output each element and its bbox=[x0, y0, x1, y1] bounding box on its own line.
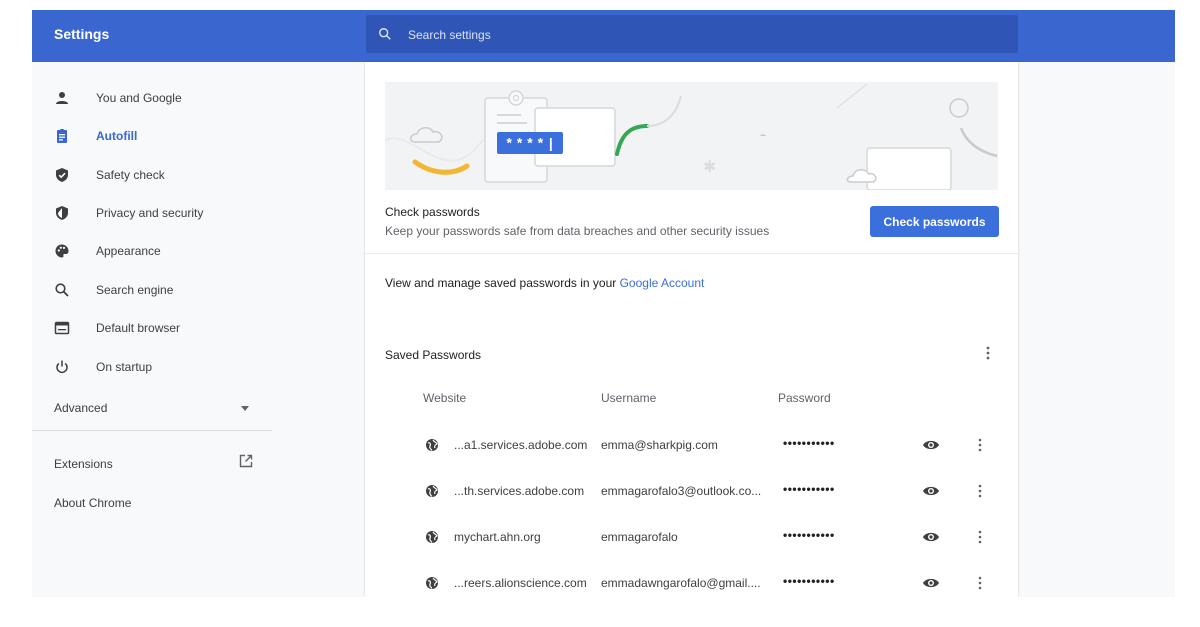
website-cell: ...a1.services.adobe.com bbox=[454, 438, 588, 452]
eye-icon[interactable] bbox=[922, 576, 940, 590]
eye-icon[interactable] bbox=[922, 438, 940, 452]
globe-icon bbox=[426, 485, 438, 497]
check-passwords-title: Check passwords bbox=[385, 205, 480, 219]
sidebar-item-autofill[interactable]: Autofill bbox=[32, 121, 272, 151]
manage-passwords-text: View and manage saved passwords in your … bbox=[385, 276, 704, 290]
sidebar-item-default-browser[interactable]: Default browser bbox=[32, 313, 272, 343]
more-vert-icon[interactable] bbox=[974, 437, 986, 453]
search-icon bbox=[55, 283, 69, 297]
google-account-link[interactable]: Google Account bbox=[620, 276, 705, 290]
saved-passwords-title: Saved Passwords bbox=[385, 348, 482, 362]
palette-icon bbox=[55, 244, 69, 258]
open-in-new-icon bbox=[239, 454, 253, 468]
manage-passwords-prefix: View and manage saved passwords in your bbox=[385, 276, 620, 290]
password-row: ...a1.services.adobe.com emma@sharkpig.c… bbox=[365, 436, 1018, 484]
password-cell: ••••••••••• bbox=[783, 436, 835, 450]
check-passwords-subtitle: Keep your passwords safe from data breac… bbox=[385, 224, 770, 238]
globe-icon bbox=[426, 439, 438, 451]
column-header-username: Username bbox=[601, 391, 657, 405]
card-divider bbox=[365, 253, 1018, 254]
sidebar-item-extensions[interactable]: Extensions bbox=[54, 453, 260, 477]
password-mask: ****| bbox=[505, 137, 557, 153]
password-row: ...reers.alionscience.com emmadawngarofa… bbox=[365, 574, 1018, 597]
sidebar-divider bbox=[32, 430, 272, 431]
sidebar-item-privacy-and-security[interactable]: Privacy and security bbox=[32, 198, 272, 228]
password-row: mychart.ahn.org emmagarofalo ••••••••••• bbox=[365, 528, 1018, 576]
password-cell: ••••••••••• bbox=[783, 574, 835, 588]
more-vert-icon[interactable] bbox=[982, 345, 994, 361]
more-vert-icon[interactable] bbox=[974, 575, 986, 591]
username-cell: emmagarofalo3@outlook.co... bbox=[601, 484, 762, 498]
advanced-toggle[interactable]: Advanced bbox=[54, 396, 254, 420]
website-cell: mychart.ahn.org bbox=[454, 530, 541, 544]
globe-icon bbox=[426, 531, 438, 543]
sidebar-item-appearance[interactable]: Appearance bbox=[32, 236, 272, 266]
username-cell: emmagarofalo bbox=[601, 530, 678, 544]
password-cell: ••••••••••• bbox=[783, 528, 835, 542]
settings-window: Settings You and Google bbox=[32, 10, 1175, 597]
sidebar-item-label: About Chrome bbox=[54, 496, 132, 510]
username-cell: emma@sharkpig.com bbox=[601, 438, 718, 452]
sidebar-item-label: Safety check bbox=[96, 168, 165, 182]
more-vert-icon[interactable] bbox=[974, 483, 986, 499]
browser-icon bbox=[54, 321, 70, 335]
sidebar-item-label: Search engine bbox=[96, 283, 174, 297]
globe-icon bbox=[426, 577, 438, 589]
sidebar: You and Google Autofill Safety check Pri… bbox=[32, 62, 366, 597]
passwords-card: ****| ✱ Check passwords Keep your passwo… bbox=[365, 62, 1018, 597]
sidebar-item-label: On startup bbox=[96, 360, 153, 374]
search-icon bbox=[379, 28, 391, 40]
power-icon bbox=[56, 360, 68, 374]
advanced-label: Advanced bbox=[54, 401, 108, 415]
check-passwords-button[interactable]: Check passwords bbox=[870, 206, 999, 237]
page-title: Settings bbox=[54, 26, 110, 42]
clipboard-icon bbox=[57, 129, 67, 143]
website-cell: ...th.services.adobe.com bbox=[454, 484, 585, 498]
eye-icon[interactable] bbox=[922, 530, 940, 544]
shield-check-icon bbox=[56, 168, 68, 182]
more-vert-icon[interactable] bbox=[974, 529, 986, 545]
password-cell: ••••••••••• bbox=[783, 482, 835, 496]
header-bar: Settings bbox=[32, 10, 1175, 62]
eye-icon[interactable] bbox=[922, 484, 940, 498]
sidebar-item-search-engine[interactable]: Search engine bbox=[32, 275, 272, 305]
person-icon bbox=[56, 92, 68, 104]
sidebar-item-label: Privacy and security bbox=[96, 206, 204, 220]
website-cell: ...reers.alionscience.com bbox=[454, 576, 587, 590]
sidebar-item-label: Appearance bbox=[96, 244, 161, 258]
sidebar-item-label: Extensions bbox=[54, 457, 113, 471]
sidebar-item-about-chrome[interactable]: About Chrome bbox=[54, 491, 214, 515]
search-box[interactable] bbox=[366, 15, 1018, 53]
sidebar-item-you-and-google[interactable]: You and Google bbox=[32, 83, 272, 113]
search-input[interactable] bbox=[408, 26, 988, 44]
sidebar-item-label: Autofill bbox=[96, 129, 138, 143]
passwords-banner-illustration: ****| ✱ bbox=[385, 82, 998, 190]
svg-text:✱: ✱ bbox=[703, 157, 716, 176]
shield-icon bbox=[56, 206, 68, 220]
password-row: ...th.services.adobe.com emmagarofalo3@o… bbox=[365, 482, 1018, 530]
column-header-website: Website bbox=[423, 391, 467, 405]
column-header-password: Password bbox=[778, 391, 831, 405]
username-cell: emmadawngarofalo@gmail.... bbox=[601, 576, 761, 590]
sidebar-item-on-startup[interactable]: On startup bbox=[32, 352, 272, 382]
sidebar-item-label: Default browser bbox=[96, 321, 181, 335]
sidebar-item-safety-check[interactable]: Safety check bbox=[32, 160, 272, 190]
chevron-down-icon bbox=[241, 406, 249, 411]
sidebar-item-label: You and Google bbox=[96, 91, 182, 105]
